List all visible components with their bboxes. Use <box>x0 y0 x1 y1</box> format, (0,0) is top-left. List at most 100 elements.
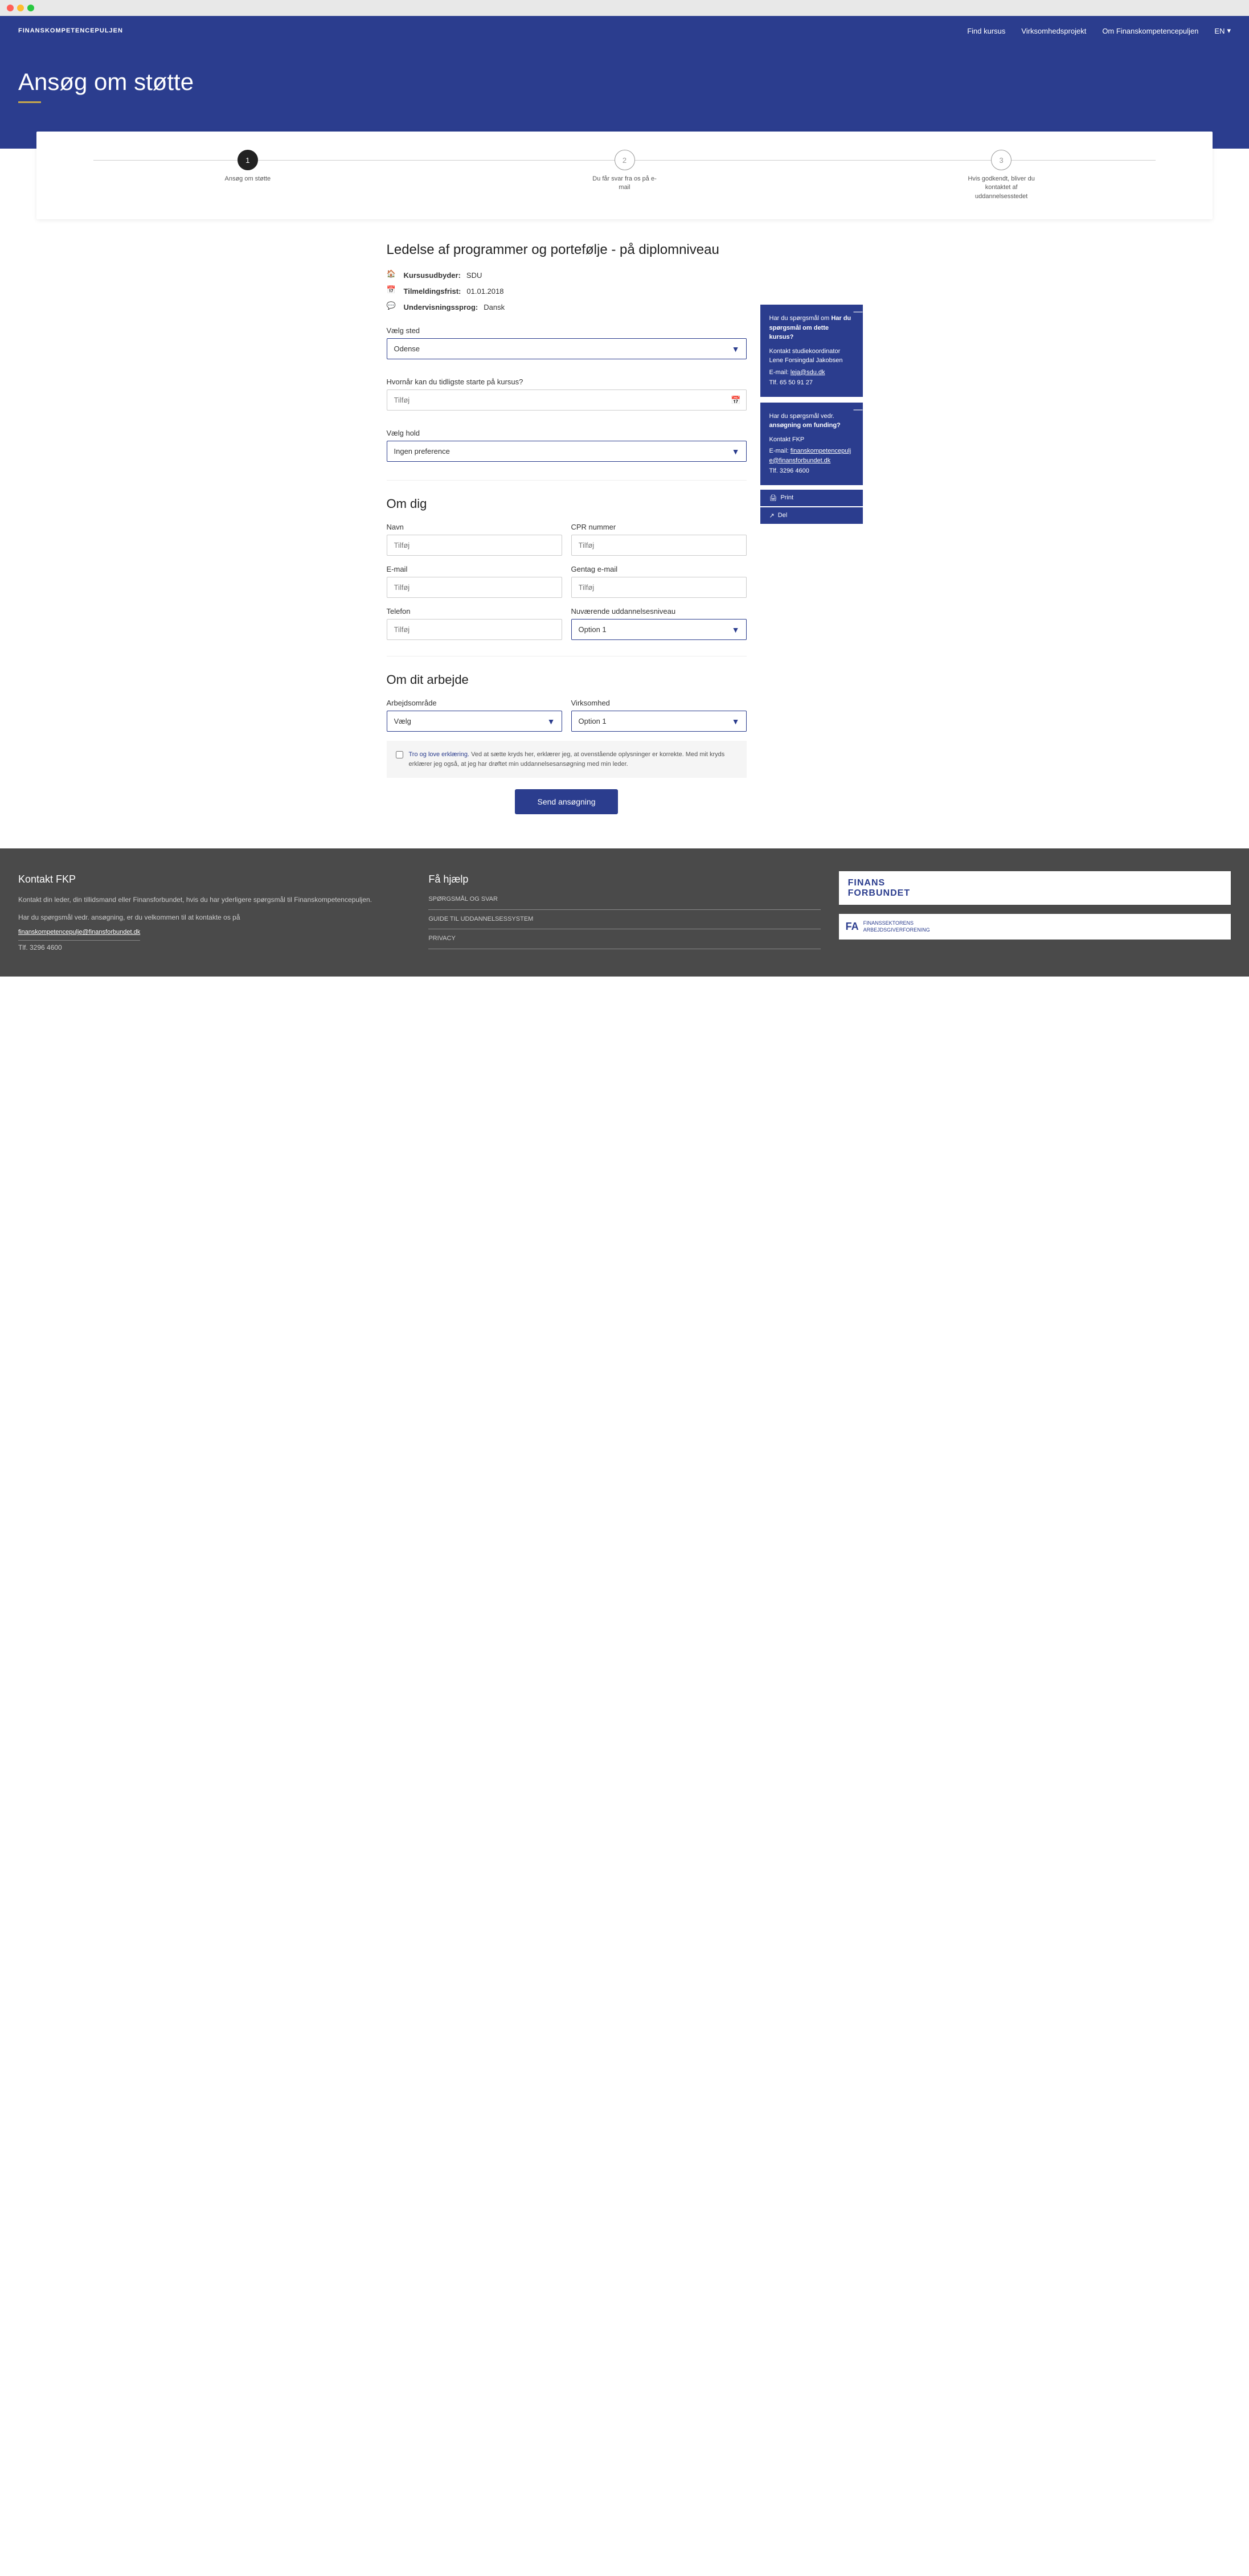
progress-steps: 1 Ansøg om støtte 2 Du får svar fra os p… <box>59 150 1190 201</box>
telefon-input[interactable] <box>387 619 562 640</box>
footer-contact: Kontakt FKP Kontakt din leder, din tilli… <box>18 871 410 954</box>
nav-language[interactable]: EN ▾ <box>1214 26 1231 35</box>
start-date-section: Hvornår kan du tidligste starte på kursu… <box>387 378 747 411</box>
provider-label: Kursusudbyder: <box>404 271 461 280</box>
sidebar-collapse-btn-1[interactable]: — <box>854 307 863 317</box>
fa-text-line2: ARBEJDSGIVERFORENING <box>863 927 930 934</box>
sidebar-kursus-contact: Kontakt studiekoordinator Lene Forsingda… <box>769 347 854 366</box>
nav-find-kursus[interactable]: Find kursus <box>967 27 1005 35</box>
hold-select-wrapper: Ingen preference Hold 1 Hold 2 ▼ <box>387 441 747 462</box>
section-om-dig-title: Om dig <box>387 497 747 511</box>
email-repeat-input[interactable] <box>571 577 747 598</box>
step-label-2: Du får svar fra os på e-mail <box>591 175 659 192</box>
sidebar-kursus-email[interactable]: leja@sdu.dk <box>791 369 825 376</box>
sidebar: — Har du spørgsmål om Har du spørgsmål o… <box>760 305 863 814</box>
submit-area: Send ansøgning <box>387 789 747 814</box>
footer-contact-text1: Kontakt din leder, din tillidsmand eller… <box>18 895 410 905</box>
hold-select[interactable]: Ingen preference Hold 1 Hold 2 <box>387 441 747 462</box>
sidebar-funding-contact: Kontakt FKP <box>769 435 854 445</box>
footer-logos: FINANS FORBUNDET FA FINANSSEKTORENS ARBE… <box>839 871 1231 954</box>
sidebar-kursus-phone: Tlf. 65 50 91 27 <box>769 378 854 388</box>
location-select[interactable]: Odense København Aarhus <box>387 338 747 359</box>
nav-om[interactable]: Om Finanskompetencepuljen <box>1102 27 1198 35</box>
step-label-3: Hvis godkendt, bliver du kontaktet af ud… <box>967 175 1035 201</box>
tro-love-label[interactable]: Tro og love erklæring. Ved at sætte kryd… <box>396 750 738 769</box>
meta-deadline: 📅 Tilmeldingsfrist: 01.01.2018 <box>387 285 747 297</box>
virksomhed-select[interactable]: Option 1 Option 2 <box>571 711 747 732</box>
step-circle-1: 1 <box>237 150 258 170</box>
uddannelse-field-group: Nuværende uddannelsesniveau Option 1 Opt… <box>571 607 747 640</box>
virksomhed-field-group: Virksomhed Option 1 Option 2 ▼ <box>571 699 747 732</box>
course-meta: 🏠 Kursusudbyder: SDU 📅 Tilmeldingsfrist:… <box>387 269 747 313</box>
main-form-area: Ledelse af programmer og portefølje - på… <box>387 236 747 814</box>
footer-help-link-3[interactable]: PRIVACY <box>428 934 820 949</box>
submit-button[interactable]: Send ansøgning <box>515 789 619 814</box>
footer-contact-email[interactable]: finanskompetencepulje@finansforbundet.dk <box>18 929 140 941</box>
telefon-label: Telefon <box>387 607 562 616</box>
sidebar-print[interactable]: 🖨 Print <box>760 490 863 506</box>
sidebar-collapse-btn-2[interactable]: — <box>854 405 863 415</box>
cpr-field-group: CPR nummer <box>571 523 747 556</box>
tro-love-checkbox[interactable] <box>396 751 403 758</box>
step-circle-2: 2 <box>615 150 635 170</box>
fa-badge: FA <box>846 918 859 935</box>
fa-logo: FA FINANSSEKTORENS ARBEJDSGIVERFORENING <box>839 914 1231 940</box>
footer-contact-text2: Har du spørgsmål vedr. ansøgning, er du … <box>18 912 410 923</box>
arbejdsomraade-select[interactable]: Vælg Option 1 Option 2 <box>387 711 562 732</box>
footer-help-title: Få hjælp <box>428 871 820 888</box>
email-row: E-mail Gentag e-mail <box>387 565 747 598</box>
hold-label: Vælg hold <box>387 429 747 437</box>
sidebar-kursus-email-row: E-mail: leja@sdu.dk <box>769 368 854 378</box>
calendar-icon: 📅 <box>387 285 398 297</box>
arbejde-row: Arbejdsområde Vælg Option 1 Option 2 ▼ V… <box>387 699 747 732</box>
navn-cpr-row: Navn CPR nummer <box>387 523 747 556</box>
language-label: Undervisningssprog: <box>404 303 478 311</box>
minimize-button[interactable] <box>17 5 24 11</box>
nav-links: Find kursus Virksomhedsprojekt Om Finans… <box>967 26 1231 35</box>
print-label: Print <box>780 494 793 501</box>
print-icon: 🖨 <box>769 494 777 502</box>
home-icon: 🏠 <box>387 269 398 281</box>
deadline-label: Tilmeldingsfrist: <box>404 287 461 296</box>
uddannelse-select-wrapper: Option 1 Option 2 Option 3 ▼ <box>571 619 747 640</box>
chevron-down-icon: ▾ <box>1227 26 1231 35</box>
step-3: 3 Hvis godkendt, bliver du kontaktet af … <box>813 150 1190 201</box>
sidebar-funding-email-row: E-mail: finanskompetencepulje@finansforb… <box>769 446 854 465</box>
footer-contact-phone: Tlf. 3296 4600 <box>18 942 410 953</box>
fa-text-line1: FINANSSEKTORENS <box>863 920 930 927</box>
page-title: Ansøg om støtte <box>18 68 1231 96</box>
start-date-wrapper: 📅 <box>387 389 747 411</box>
navn-input[interactable] <box>387 535 562 556</box>
hold-section: Vælg hold Ingen preference Hold 1 Hold 2… <box>387 429 747 462</box>
maximize-button[interactable] <box>27 5 34 11</box>
email-label: E-mail <box>387 565 562 573</box>
telefon-field-group: Telefon <box>387 607 562 640</box>
email-input[interactable] <box>387 577 562 598</box>
window-bar <box>0 0 1249 16</box>
step-2: 2 Du får svar fra os på e-mail <box>436 150 813 192</box>
tro-love-link[interactable]: Tro og love erklæring. <box>409 751 470 758</box>
meta-provider: 🏠 Kursusudbyder: SDU <box>387 269 747 281</box>
uddannelse-select[interactable]: Option 1 Option 2 Option 3 <box>571 619 747 640</box>
cpr-input[interactable] <box>571 535 747 556</box>
email-field-group: E-mail <box>387 565 562 598</box>
arbejdsomraade-field-group: Arbejdsområde Vælg Option 1 Option 2 ▼ <box>387 699 562 732</box>
sidebar-funding-title-bold: ansøgning om funding? <box>769 422 841 429</box>
chat-icon: 💬 <box>387 301 398 313</box>
start-date-label: Hvornår kan du tidligste starte på kursu… <box>387 378 747 386</box>
arbejdsomraade-label: Arbejdsområde <box>387 699 562 707</box>
provider-value: SDU <box>466 271 482 280</box>
sidebar-funding-title-pre: Har du spørgsmål vedr. <box>769 413 834 420</box>
start-date-input[interactable] <box>387 389 747 411</box>
footer-help-link-1[interactable]: SPØRGSMÅL OG SVAR <box>428 895 820 910</box>
close-button[interactable] <box>7 5 14 11</box>
steps-container: 1 Ansøg om støtte 2 Du får svar fra os p… <box>36 132 1213 219</box>
nav-virksomhedsprojekt[interactable]: Virksomhedsprojekt <box>1021 27 1086 35</box>
finans-line1: FINANS <box>848 878 1222 888</box>
footer: Kontakt FKP Kontakt din leder, din tilli… <box>0 848 1249 977</box>
nav-logo: FINANSKOMPETENCEPULJEN <box>18 27 123 34</box>
sidebar-del[interactable]: ↗ Del <box>760 507 863 524</box>
share-icon: ↗ <box>769 512 775 519</box>
navn-field-group: Navn <box>387 523 562 556</box>
footer-help-link-2[interactable]: GUIDE TIL UDDANNELSESSYSTEM <box>428 914 820 930</box>
